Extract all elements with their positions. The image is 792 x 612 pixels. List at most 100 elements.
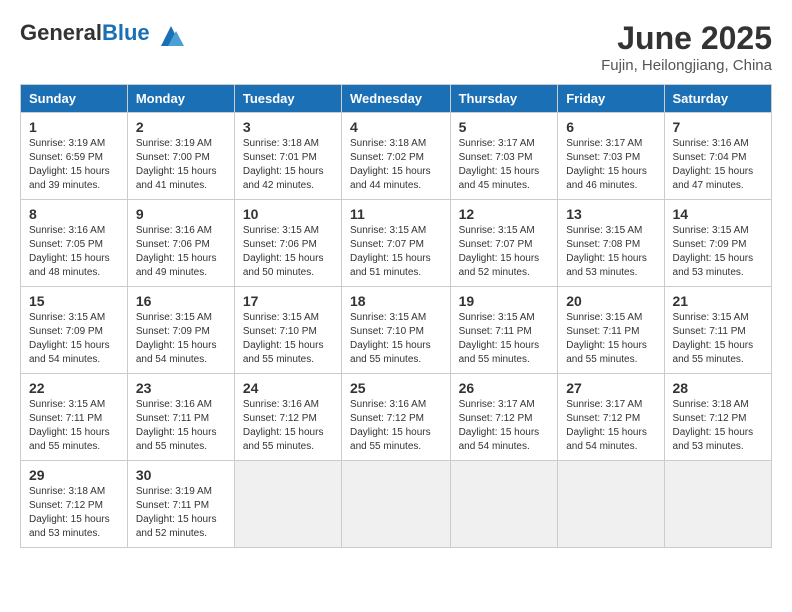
location-title: Fujin, Heilongjiang, China xyxy=(601,57,772,74)
day-number: 25 xyxy=(350,380,442,396)
table-row: 28 Sunrise: 3:18 AMSunset: 7:12 PMDaylig… xyxy=(664,374,771,461)
day-info: Sunrise: 3:16 AMSunset: 7:11 PMDaylight:… xyxy=(136,399,217,452)
header-friday: Friday xyxy=(558,85,664,113)
day-number: 5 xyxy=(459,119,550,135)
day-number: 17 xyxy=(243,293,333,309)
day-info: Sunrise: 3:15 AMSunset: 7:09 PMDaylight:… xyxy=(29,312,110,365)
day-number: 15 xyxy=(29,293,119,309)
table-row: 27 Sunrise: 3:17 AMSunset: 7:12 PMDaylig… xyxy=(558,374,664,461)
day-info: Sunrise: 3:16 AMSunset: 7:06 PMDaylight:… xyxy=(136,225,217,278)
table-row: 9 Sunrise: 3:16 AMSunset: 7:06 PMDayligh… xyxy=(127,200,234,287)
day-number: 16 xyxy=(136,293,226,309)
day-number: 23 xyxy=(136,380,226,396)
day-info: Sunrise: 3:15 AMSunset: 7:06 PMDaylight:… xyxy=(243,225,324,278)
table-row: 10 Sunrise: 3:15 AMSunset: 7:06 PMDaylig… xyxy=(234,200,341,287)
calendar-row: 8 Sunrise: 3:16 AMSunset: 7:05 PMDayligh… xyxy=(21,200,772,287)
calendar-row: 1 Sunrise: 3:19 AMSunset: 6:59 PMDayligh… xyxy=(21,113,772,200)
table-row: 25 Sunrise: 3:16 AMSunset: 7:12 PMDaylig… xyxy=(342,374,451,461)
table-row: 2 Sunrise: 3:19 AMSunset: 7:00 PMDayligh… xyxy=(127,113,234,200)
day-info: Sunrise: 3:15 AMSunset: 7:11 PMDaylight:… xyxy=(459,312,540,365)
day-number: 18 xyxy=(350,293,442,309)
table-row: 21 Sunrise: 3:15 AMSunset: 7:11 PMDaylig… xyxy=(664,287,771,374)
empty-cell xyxy=(664,461,771,548)
day-number: 27 xyxy=(566,380,655,396)
table-row: 23 Sunrise: 3:16 AMSunset: 7:11 PMDaylig… xyxy=(127,374,234,461)
day-number: 2 xyxy=(136,119,226,135)
calendar-row: 29 Sunrise: 3:18 AMSunset: 7:12 PMDaylig… xyxy=(21,461,772,548)
empty-cell xyxy=(234,461,341,548)
day-info: Sunrise: 3:15 AMSunset: 7:10 PMDaylight:… xyxy=(243,312,324,365)
table-row: 4 Sunrise: 3:18 AMSunset: 7:02 PMDayligh… xyxy=(342,113,451,200)
table-row: 17 Sunrise: 3:15 AMSunset: 7:10 PMDaylig… xyxy=(234,287,341,374)
table-row: 8 Sunrise: 3:16 AMSunset: 7:05 PMDayligh… xyxy=(21,200,128,287)
empty-cell xyxy=(558,461,664,548)
day-number: 13 xyxy=(566,206,655,222)
day-number: 9 xyxy=(136,206,226,222)
day-number: 30 xyxy=(136,467,226,483)
day-info: Sunrise: 3:18 AMSunset: 7:12 PMDaylight:… xyxy=(29,486,110,539)
day-info: Sunrise: 3:18 AMSunset: 7:01 PMDaylight:… xyxy=(243,138,324,191)
day-info: Sunrise: 3:15 AMSunset: 7:09 PMDaylight:… xyxy=(136,312,217,365)
table-row: 29 Sunrise: 3:18 AMSunset: 7:12 PMDaylig… xyxy=(21,461,128,548)
empty-cell xyxy=(342,461,451,548)
day-number: 28 xyxy=(673,380,763,396)
logo-general: General xyxy=(20,20,102,45)
empty-cell xyxy=(450,461,558,548)
day-info: Sunrise: 3:15 AMSunset: 7:09 PMDaylight:… xyxy=(673,225,754,278)
day-info: Sunrise: 3:16 AMSunset: 7:12 PMDaylight:… xyxy=(350,399,431,452)
table-row: 15 Sunrise: 3:15 AMSunset: 7:09 PMDaylig… xyxy=(21,287,128,374)
header-wednesday: Wednesday xyxy=(342,85,451,113)
table-row: 13 Sunrise: 3:15 AMSunset: 7:08 PMDaylig… xyxy=(558,200,664,287)
day-info: Sunrise: 3:19 AMSunset: 6:59 PMDaylight:… xyxy=(29,138,110,191)
day-info: Sunrise: 3:16 AMSunset: 7:04 PMDaylight:… xyxy=(673,138,754,191)
day-info: Sunrise: 3:19 AMSunset: 7:00 PMDaylight:… xyxy=(136,138,217,191)
day-number: 6 xyxy=(566,119,655,135)
weekday-header-row: Sunday Monday Tuesday Wednesday Thursday… xyxy=(21,85,772,113)
day-info: Sunrise: 3:15 AMSunset: 7:10 PMDaylight:… xyxy=(350,312,431,365)
day-number: 24 xyxy=(243,380,333,396)
day-info: Sunrise: 3:16 AMSunset: 7:05 PMDaylight:… xyxy=(29,225,110,278)
month-title: June 2025 xyxy=(601,20,772,57)
table-row: 30 Sunrise: 3:19 AMSunset: 7:11 PMDaylig… xyxy=(127,461,234,548)
header-monday: Monday xyxy=(127,85,234,113)
table-row: 20 Sunrise: 3:15 AMSunset: 7:11 PMDaylig… xyxy=(558,287,664,374)
day-info: Sunrise: 3:15 AMSunset: 7:11 PMDaylight:… xyxy=(29,399,110,452)
day-number: 14 xyxy=(673,206,763,222)
logo-icon xyxy=(156,21,186,51)
day-info: Sunrise: 3:16 AMSunset: 7:12 PMDaylight:… xyxy=(243,399,324,452)
table-row: 14 Sunrise: 3:15 AMSunset: 7:09 PMDaylig… xyxy=(664,200,771,287)
header-saturday: Saturday xyxy=(664,85,771,113)
day-number: 26 xyxy=(459,380,550,396)
day-number: 10 xyxy=(243,206,333,222)
day-number: 11 xyxy=(350,206,442,222)
table-row: 5 Sunrise: 3:17 AMSunset: 7:03 PMDayligh… xyxy=(450,113,558,200)
header-tuesday: Tuesday xyxy=(234,85,341,113)
table-row: 24 Sunrise: 3:16 AMSunset: 7:12 PMDaylig… xyxy=(234,374,341,461)
logo-blue: Blue xyxy=(102,20,150,45)
header-sunday: Sunday xyxy=(21,85,128,113)
day-number: 8 xyxy=(29,206,119,222)
logo: GeneralBlue xyxy=(20,20,186,51)
table-row: 26 Sunrise: 3:17 AMSunset: 7:12 PMDaylig… xyxy=(450,374,558,461)
table-row: 22 Sunrise: 3:15 AMSunset: 7:11 PMDaylig… xyxy=(21,374,128,461)
day-info: Sunrise: 3:17 AMSunset: 7:12 PMDaylight:… xyxy=(566,399,647,452)
calendar-row: 15 Sunrise: 3:15 AMSunset: 7:09 PMDaylig… xyxy=(21,287,772,374)
day-number: 20 xyxy=(566,293,655,309)
day-info: Sunrise: 3:15 AMSunset: 7:11 PMDaylight:… xyxy=(566,312,647,365)
table-row: 7 Sunrise: 3:16 AMSunset: 7:04 PMDayligh… xyxy=(664,113,771,200)
day-number: 22 xyxy=(29,380,119,396)
day-number: 21 xyxy=(673,293,763,309)
table-row: 18 Sunrise: 3:15 AMSunset: 7:10 PMDaylig… xyxy=(342,287,451,374)
table-row: 6 Sunrise: 3:17 AMSunset: 7:03 PMDayligh… xyxy=(558,113,664,200)
day-number: 29 xyxy=(29,467,119,483)
table-row: 3 Sunrise: 3:18 AMSunset: 7:01 PMDayligh… xyxy=(234,113,341,200)
day-info: Sunrise: 3:17 AMSunset: 7:03 PMDaylight:… xyxy=(459,138,540,191)
day-number: 4 xyxy=(350,119,442,135)
table-row: 12 Sunrise: 3:15 AMSunset: 7:07 PMDaylig… xyxy=(450,200,558,287)
header: GeneralBlue June 2025 Fujin, Heilongjian… xyxy=(20,20,772,74)
title-area: June 2025 Fujin, Heilongjiang, China xyxy=(601,20,772,74)
day-number: 1 xyxy=(29,119,119,135)
table-row: 1 Sunrise: 3:19 AMSunset: 6:59 PMDayligh… xyxy=(21,113,128,200)
table-row: 11 Sunrise: 3:15 AMSunset: 7:07 PMDaylig… xyxy=(342,200,451,287)
day-number: 3 xyxy=(243,119,333,135)
